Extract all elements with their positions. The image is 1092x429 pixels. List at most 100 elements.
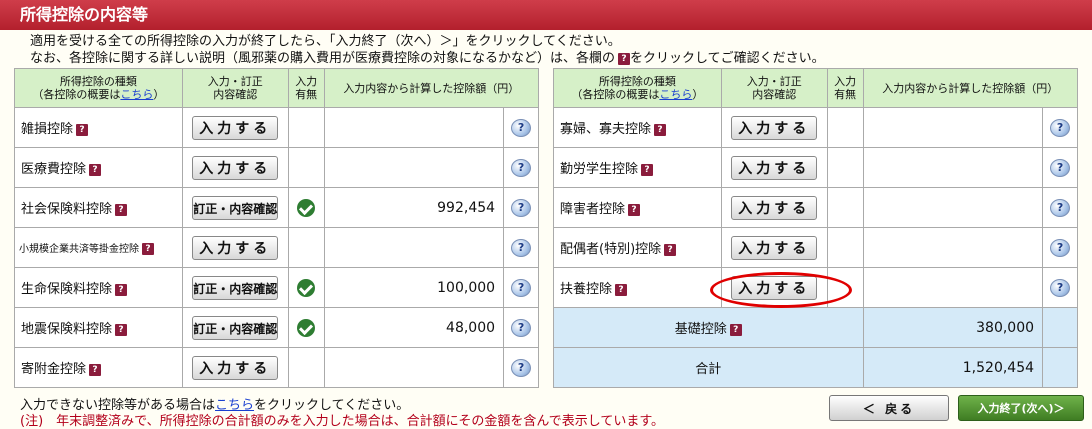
deduction-label: 医療費控除 bbox=[21, 162, 87, 177]
status-cell bbox=[826, 187, 864, 228]
right-deduction-table: 所得控除の種類 （各控除の概要はこちら） 入力・訂正 内容確認 入力 有無 入力内容… bbox=[553, 68, 1079, 388]
amount-cell: 48,000 bbox=[323, 307, 505, 348]
input-button[interactable]: 入力する bbox=[731, 155, 818, 180]
deduction-label: 地震保険料控除 bbox=[21, 322, 113, 337]
help-cell: ? bbox=[1042, 107, 1078, 148]
header-amount: 入力内容から計算した控除額（円） bbox=[862, 68, 1079, 108]
check-icon bbox=[297, 278, 316, 297]
deduction-name: 生命保険料控除? bbox=[14, 267, 183, 308]
deduction-name: 配偶者(特別)控除? bbox=[553, 227, 722, 268]
input-button[interactable]: 入力する bbox=[731, 115, 818, 140]
help-icon[interactable]: ? bbox=[511, 238, 532, 257]
help-icon[interactable]: ? bbox=[1050, 118, 1071, 137]
header-amount: 入力内容から計算した控除額（円） bbox=[323, 68, 540, 108]
input-button[interactable]: 入力する bbox=[192, 235, 279, 260]
input-cell: 訂正・内容確認 bbox=[181, 267, 289, 308]
help-cell: ? bbox=[503, 107, 539, 148]
table-row: 生命保険料控除? 訂正・内容確認 100,000 ? bbox=[14, 267, 539, 308]
basic-deduction-name: 基礎控除? bbox=[553, 307, 864, 348]
help-icon[interactable]: ? bbox=[1050, 198, 1071, 217]
deduction-name: 勤労学生控除? bbox=[553, 147, 722, 188]
input-button[interactable]: 入力する bbox=[731, 195, 818, 220]
help-cell: ? bbox=[503, 307, 539, 348]
input-button[interactable]: 入力する bbox=[731, 235, 818, 260]
deduction-label: 小規模企業共済等掛金控除 bbox=[19, 244, 139, 255]
header-type-line2: （各控除の概要はこちら） bbox=[554, 88, 721, 101]
header-type-line2b: ） bbox=[153, 88, 165, 101]
deduction-label: 寡婦、寡夫控除 bbox=[560, 122, 652, 137]
header-type-line2: （各控除の概要はこちら） bbox=[15, 88, 182, 101]
header-has-line1: 入力 bbox=[295, 75, 318, 88]
fix-confirm-button[interactable]: 訂正・内容確認 bbox=[192, 315, 279, 340]
input-button[interactable]: 入力する bbox=[731, 275, 818, 300]
question-icon[interactable]: ? bbox=[664, 243, 677, 256]
table-row: 寡婦、寡夫控除? 入力する ? bbox=[553, 107, 1078, 148]
status-cell bbox=[287, 147, 325, 188]
help-icon[interactable]: ? bbox=[511, 278, 532, 297]
help-icon[interactable]: ? bbox=[511, 318, 532, 337]
help-icon[interactable]: ? bbox=[511, 358, 532, 377]
basic-deduction-blank bbox=[1042, 307, 1078, 348]
header-type: 所得控除の種類 （各控除の概要はこちら） bbox=[553, 68, 722, 108]
question-icon[interactable]: ? bbox=[641, 163, 654, 176]
question-icon[interactable]: ? bbox=[654, 123, 667, 136]
basic-deduction-label: 基礎控除 bbox=[674, 322, 727, 337]
input-button[interactable]: 入力する bbox=[192, 355, 279, 380]
help-cell: ? bbox=[1042, 227, 1078, 268]
question-icon[interactable]: ? bbox=[115, 203, 128, 216]
question-icon[interactable]: ? bbox=[89, 363, 102, 376]
question-icon[interactable]: ? bbox=[628, 203, 641, 216]
help-icon[interactable]: ? bbox=[511, 118, 532, 137]
header-input: 入力・訂正 内容確認 bbox=[181, 68, 289, 108]
question-icon[interactable]: ? bbox=[76, 123, 89, 136]
fix-confirm-button[interactable]: 訂正・内容確認 bbox=[192, 275, 279, 300]
amount-cell bbox=[323, 147, 505, 188]
input-cell: 入力する bbox=[181, 107, 289, 148]
amount-cell: 992,454 bbox=[323, 187, 505, 228]
table-row: 配偶者(特別)控除? 入力する ? bbox=[553, 227, 1078, 268]
header-input-line1: 入力・訂正 bbox=[746, 75, 802, 88]
intro-line-2: なお、各控除に関する詳しい説明（風邪薬の購入費用が医療費控除の対象になるかなど）… bbox=[30, 50, 825, 67]
question-icon[interactable]: ? bbox=[115, 283, 128, 296]
status-cell bbox=[826, 267, 864, 308]
deduction-label: 寄附金控除 bbox=[21, 362, 87, 377]
question-icon[interactable]: ? bbox=[142, 243, 154, 255]
question-icon[interactable]: ? bbox=[615, 283, 628, 296]
back-button[interactable]: ＜ 戻る bbox=[829, 395, 949, 421]
input-button[interactable]: 入力する bbox=[192, 115, 279, 140]
status-cell bbox=[287, 107, 325, 148]
table-row: 雑損控除? 入力する ? bbox=[14, 107, 539, 148]
total-blank bbox=[1042, 347, 1078, 388]
header-type: 所得控除の種類 （各控除の概要はこちら） bbox=[14, 68, 183, 108]
table-row: 社会保険料控除? 訂正・内容確認 992,454 ? bbox=[14, 187, 539, 228]
amount-cell bbox=[323, 347, 505, 388]
deduction-label: 雑損控除 bbox=[21, 122, 74, 137]
help-icon[interactable]: ? bbox=[1050, 278, 1071, 297]
header-type-line2a: （各控除の概要は bbox=[571, 88, 660, 101]
table-row: 地震保険料控除? 訂正・内容確認 48,000 ? bbox=[14, 307, 539, 348]
question-icon[interactable]: ? bbox=[89, 163, 102, 176]
status-cell bbox=[287, 307, 325, 348]
help-icon[interactable]: ? bbox=[511, 158, 532, 177]
table-header: 所得控除の種類 （各控除の概要はこちら） 入力・訂正 内容確認 入力 有無 入力内容… bbox=[553, 68, 1079, 108]
overview-link[interactable]: こちら bbox=[659, 88, 692, 101]
help-icon[interactable]: ? bbox=[1050, 238, 1071, 257]
help-icon[interactable]: ? bbox=[511, 198, 532, 217]
deduction-label: 生命保険料控除 bbox=[21, 282, 113, 297]
input-cell: 訂正・内容確認 bbox=[181, 187, 289, 228]
help-icon[interactable]: ? bbox=[1050, 158, 1071, 177]
help-cell: ? bbox=[1042, 187, 1078, 228]
header-has-line2: 有無 bbox=[295, 88, 318, 101]
deduction-label: 勤労学生控除 bbox=[560, 162, 639, 177]
deduction-name: 寡婦、寡夫控除? bbox=[553, 107, 722, 148]
question-icon[interactable]: ? bbox=[115, 323, 128, 336]
table-row: 障害者控除? 入力する ? bbox=[553, 187, 1078, 228]
next-button[interactable]: 入力終了(次へ)＞ bbox=[958, 395, 1084, 421]
input-button[interactable]: 入力する bbox=[192, 155, 279, 180]
fix-confirm-button[interactable]: 訂正・内容確認 bbox=[192, 195, 279, 220]
total-row: 合計 1,520,454 bbox=[553, 347, 1078, 388]
overview-link[interactable]: こちら bbox=[120, 88, 153, 101]
input-cell: 入力する bbox=[720, 227, 828, 268]
question-icon[interactable]: ? bbox=[729, 323, 742, 336]
intro-line-2b: をクリックしてご確認ください。 bbox=[630, 51, 825, 66]
